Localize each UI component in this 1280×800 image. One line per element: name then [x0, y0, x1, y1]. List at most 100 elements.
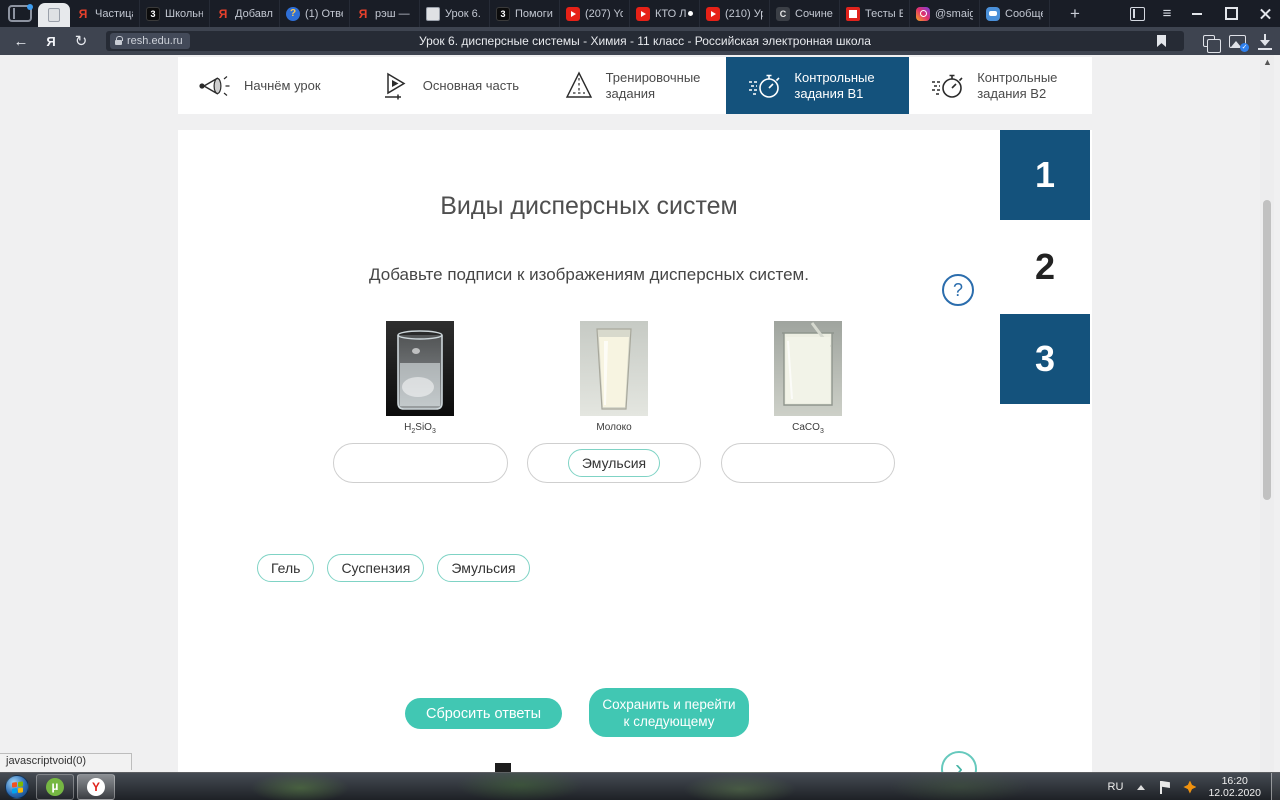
tab-otvet[interactable]: ? (1) Отве	[280, 0, 350, 27]
drop-zone-1[interactable]	[333, 443, 508, 483]
active-tab[interactable]	[38, 3, 70, 27]
nav-control-tasks-b2[interactable]: Контрольные задания В2	[909, 57, 1092, 114]
stopwatch-icon	[749, 74, 780, 98]
yandex-button[interactable]: Я	[36, 34, 66, 49]
task-title: Виды дисперсных систем	[440, 192, 738, 220]
start-button[interactable]	[5, 775, 29, 799]
help-icon[interactable]: ?	[942, 274, 974, 306]
reload-icon[interactable]: ↻	[66, 32, 96, 50]
tab-instagram[interactable]: @smaig	[910, 0, 980, 27]
back-icon[interactable]: ←	[6, 33, 36, 50]
tab-youtube-kto[interactable]: КТО Л	[630, 0, 700, 27]
browser-tab-strip: ЯЧастица 3Школьн ЯДобавл ?(1) Отве Ярэш …	[0, 0, 1280, 27]
yandex-browser-taskbar-button[interactable]: Y	[77, 774, 115, 800]
page-icon	[426, 6, 440, 21]
tab-youtube-207[interactable]: (207) Yo	[560, 0, 630, 27]
check-badge-icon: ✓	[1240, 43, 1249, 52]
messages-icon	[986, 6, 1000, 21]
clock[interactable]: 16:20 12.02.2020	[1208, 775, 1261, 799]
reset-answers-button[interactable]: Сбросить ответы	[405, 698, 562, 729]
tab-soobsche[interactable]: Сообще	[980, 0, 1050, 27]
tab-shkoln[interactable]: 3 Школьн	[140, 0, 210, 27]
figure-silicic-acid	[386, 321, 454, 416]
nav-main-part[interactable]: Основная часть	[361, 57, 544, 114]
figure-calcium-carbonate	[774, 321, 842, 416]
figure-caption-milk: Молоко	[596, 422, 632, 433]
tray-app-icon[interactable]	[1183, 780, 1197, 794]
taskbar: µ Y RU 16:20 12.02.2020	[0, 772, 1280, 800]
scroll-top-icon[interactable]: ▲	[1263, 57, 1272, 67]
chip-emulsiya[interactable]: Эмульсия	[437, 554, 530, 582]
screen: ЯЧастица 3Школьн ЯДобавл ?(1) Отве Ярэш …	[0, 0, 1280, 800]
figure-caption-h2sio3: H2SiO3	[404, 422, 436, 435]
system-tray: RU 16:20 12.02.2020	[1108, 773, 1280, 800]
question-number-1[interactable]: 1	[1000, 130, 1090, 220]
page-favicon-icon	[48, 8, 60, 22]
nav-training-tasks[interactable]: Тренировочные задания	[544, 57, 727, 114]
page-scrollbar[interactable]	[1260, 55, 1274, 772]
action-center-flag-icon[interactable]	[1159, 780, 1171, 794]
youtube-icon	[566, 6, 580, 21]
status-bar: javascriptvoid(0)	[0, 753, 132, 770]
cutoff-content	[495, 763, 511, 772]
maximize-button[interactable]	[1215, 0, 1247, 27]
tabs-container: ЯЧастица 3Школьн ЯДобавл ?(1) Отве Ярэш …	[70, 0, 1050, 27]
tab-pomogi[interactable]: 3 Помоги	[490, 0, 560, 27]
question-number-2[interactable]: 2	[1000, 222, 1090, 312]
tab-urok6[interactable]: Урок 6.	[420, 0, 490, 27]
task-instruction: Добавьте подписи к изображениям дисперсн…	[369, 265, 809, 284]
drop-zone-3[interactable]	[721, 443, 895, 483]
collections-icon[interactable]	[1195, 27, 1223, 55]
instagram-icon	[916, 6, 930, 21]
tray-expand-icon[interactable]	[1137, 784, 1146, 790]
next-arrow-icon[interactable]: ›	[941, 751, 977, 772]
minimize-button[interactable]	[1181, 0, 1213, 27]
black-3-icon: 3	[496, 6, 510, 21]
answer-chip-bank: Гель Суспензия Эмульсия	[257, 554, 530, 582]
tab-youtube-210[interactable]: (210) Ур	[700, 0, 770, 27]
audio-playing-icon	[688, 11, 693, 16]
tab-chastica[interactable]: ЯЧастица	[70, 0, 140, 27]
time: 16:20	[1221, 775, 1248, 787]
tab-resh[interactable]: Ярэш — Я	[350, 0, 420, 27]
drop-zone-2[interactable]: Эмульсия	[527, 443, 701, 483]
scrollbar-thumb[interactable]	[1263, 200, 1271, 500]
download-icon[interactable]	[1251, 27, 1279, 55]
chip-gel[interactable]: Гель	[257, 554, 315, 582]
play-icon	[384, 72, 406, 99]
yandex-icon: Я	[218, 6, 228, 21]
black-3-icon: 3	[146, 6, 160, 21]
figure-caption-caco3: CaCO3	[792, 422, 824, 435]
windows-logo-icon	[12, 781, 23, 794]
chip-suspenziya[interactable]: Суспензия	[327, 554, 425, 582]
date: 12.02.2020	[1208, 787, 1261, 799]
question-number-3[interactable]: 3	[1000, 314, 1090, 404]
menu-icon[interactable]: ≡	[1154, 0, 1180, 27]
screenshot-icon[interactable]: ✓	[1223, 27, 1251, 55]
answers-icon: ?	[286, 6, 300, 21]
answer-chip-placed[interactable]: Эмульсия	[567, 449, 661, 477]
task-card: 1 2 3 Виды дисперсных систем Добавьте по…	[178, 130, 1092, 772]
web-page: Начнём урок Основная часть Тренировочные…	[0, 55, 1280, 772]
browser-toolbar: ← Я ↻ resh.edu.ru Урок 6. дисперсные сис…	[0, 27, 1280, 78]
tab-dobavl[interactable]: Я Добавл	[210, 0, 280, 27]
stopwatch-icon	[932, 74, 963, 98]
show-desktop-button[interactable]	[1271, 773, 1280, 800]
save-and-next-button[interactable]: Сохранить и перейти к следующему	[589, 688, 749, 737]
bookmarks-panel-icon[interactable]	[1124, 0, 1150, 27]
tab-testy[interactable]: Тесты Е	[840, 0, 910, 27]
nav-start-lesson[interactable]: Начнём урок	[178, 57, 361, 114]
yandex-browser-icon: Y	[87, 778, 105, 796]
yandex-icon: Я	[358, 6, 368, 21]
new-tab-button[interactable]: +	[1062, 0, 1088, 27]
tab-sidebar-icon[interactable]	[8, 4, 33, 22]
tab-sochine[interactable]: С Сочине	[770, 0, 840, 27]
pyramid-icon	[565, 70, 592, 98]
utorrent-icon: µ	[46, 778, 64, 796]
youtube-icon	[636, 6, 650, 21]
close-button[interactable]	[1249, 0, 1280, 27]
nav-control-tasks-b1[interactable]: Контрольные задания В1	[726, 57, 910, 114]
address-bar[interactable]: resh.edu.ru Урок 6. дисперсные системы -…	[106, 31, 1184, 51]
language-indicator[interactable]: RU	[1108, 781, 1124, 793]
utorrent-taskbar-button[interactable]: µ	[36, 774, 74, 800]
